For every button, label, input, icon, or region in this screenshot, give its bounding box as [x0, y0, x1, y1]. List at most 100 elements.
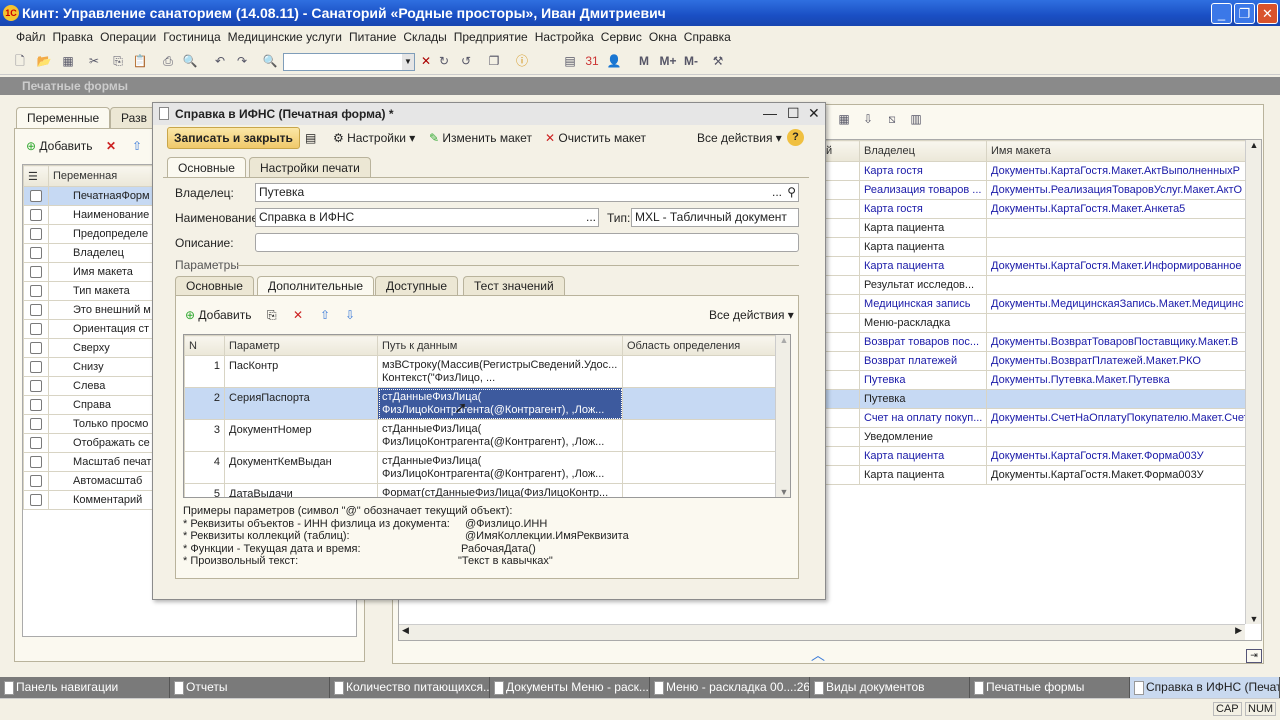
open-icon[interactable]: 📂: [36, 54, 52, 69]
select-button[interactable]: ...: [772, 184, 782, 201]
menu-item[interactable]: Операции: [100, 30, 156, 44]
search-dropdown-icon[interactable]: ▼: [402, 54, 414, 70]
tab-variables[interactable]: Переменные: [16, 107, 111, 128]
menu-item[interactable]: Предприятие: [454, 30, 528, 44]
parameter-row[interactable]: 4 ДокументКемВыдан стДанныеФизЛица(ФизЛицо…: [184, 451, 776, 484]
open-search-icon[interactable]: ⚲: [787, 184, 796, 201]
search-input[interactable]: ▼: [283, 53, 415, 71]
copy-icon[interactable]: ⎘: [267, 305, 277, 325]
settings-list-icon[interactable]: ▦: [836, 112, 852, 127]
print-icon[interactable]: ⎙: [160, 54, 176, 69]
type-field[interactable]: MXL - Табличный документ: [631, 208, 799, 227]
inner-all-actions-menu[interactable]: Все действия ▾: [709, 305, 794, 325]
panel-toggle-icon[interactable]: ⇥: [1246, 649, 1262, 663]
menu-item[interactable]: Медицинские услуги: [228, 30, 342, 44]
users-icon[interactable]: 👤: [606, 54, 622, 69]
variable-checkbox[interactable]: [30, 323, 42, 336]
print-preview-icon[interactable]: 🔍: [182, 54, 198, 69]
inner-tab-main[interactable]: Основные: [175, 276, 254, 295]
import-icon[interactable]: ⇩: [860, 112, 876, 127]
redo-icon[interactable]: ↷: [234, 54, 250, 69]
variable-checkbox[interactable]: [30, 247, 42, 260]
memory-minus-button[interactable]: M-: [680, 54, 702, 69]
variable-checkbox[interactable]: [30, 399, 42, 412]
taskbar-item[interactable]: Документы Меню - раск...: [490, 677, 650, 698]
dialog-close-button[interactable]: ✕: [808, 105, 820, 122]
move-up-icon[interactable]: ⇧: [320, 305, 330, 325]
variable-checkbox[interactable]: [30, 418, 42, 431]
parameter-row[interactable]: 3 ДокументНомер стДанныеФизЛица(ФизЛицоКон…: [184, 419, 776, 452]
select-button[interactable]: ...: [586, 209, 596, 226]
parameter-row[interactable]: 5 ДатаВыдачи Формат(стДанныеФизЛица(ФизЛиц…: [184, 483, 776, 497]
variable-checkbox[interactable]: [30, 475, 42, 488]
owner-field[interactable]: Путевка... ⚲: [255, 183, 799, 202]
variable-checkbox[interactable]: [30, 437, 42, 450]
parameters-vertical-scrollbar[interactable]: ▲ ▼: [775, 335, 790, 497]
delete-icon[interactable]: ✕: [293, 305, 303, 325]
taskbar-item[interactable]: Виды документов: [810, 677, 970, 698]
delete-icon[interactable]: ✕: [106, 136, 116, 156]
dialog-minimize-button[interactable]: —: [763, 105, 777, 121]
name-field[interactable]: Справка в ИФНС...: [255, 208, 599, 227]
inner-tab-additional[interactable]: Дополнительные: [257, 276, 374, 295]
save-icon[interactable]: ▦: [60, 54, 76, 69]
parameter-row[interactable]: 2 СерияПаспорта стДанныеФизЛица(ФизЛицоКон…: [184, 387, 776, 420]
variable-checkbox[interactable]: [30, 361, 42, 374]
paste-icon[interactable]: 📋: [132, 54, 148, 69]
templates-vertical-scrollbar[interactable]: ▲ ▼: [1245, 140, 1261, 624]
memory-plus-button[interactable]: M+: [656, 54, 680, 69]
all-actions-menu[interactable]: Все действия ▾: [697, 128, 782, 148]
new-document-icon[interactable]: 🗋: [12, 54, 28, 69]
tab-print-settings[interactable]: Настройки печати: [249, 157, 371, 178]
windows-icon[interactable]: ❐: [486, 54, 502, 69]
move-down-icon[interactable]: ⇩: [345, 305, 355, 325]
info-icon[interactable]: ⓘ: [514, 54, 530, 69]
data-path-cell[interactable]: стДанныеФизЛица(ФизЛицоКонтрагента(@Конт…: [377, 387, 623, 420]
data-path-cell[interactable]: стДанныеФизЛица(ФизЛицоКонтрагента(@Конт…: [377, 419, 623, 452]
close-button[interactable]: ✕: [1257, 3, 1278, 24]
menu-item[interactable]: Правка: [53, 30, 94, 44]
menu-item[interactable]: Склады: [403, 30, 446, 44]
calculator-icon[interactable]: ▤: [562, 54, 578, 69]
maximize-button[interactable]: ❐: [1234, 3, 1255, 24]
variable-checkbox[interactable]: [30, 494, 42, 507]
variable-checkbox[interactable]: [30, 456, 42, 469]
edit-template-button[interactable]: ✎ Изменить макет: [429, 128, 532, 148]
menu-item[interactable]: Справка: [684, 30, 731, 44]
variable-checkbox[interactable]: [30, 228, 42, 241]
variable-checkbox[interactable]: [30, 380, 42, 393]
menu-item[interactable]: Гостиница: [163, 30, 220, 44]
data-path-cell[interactable]: стДанныеФизЛица(ФизЛицоКонтрагента(@Конт…: [377, 451, 623, 484]
tab-main[interactable]: Основные: [167, 157, 246, 178]
clear-search-icon[interactable]: ✕: [418, 54, 434, 69]
taskbar-item[interactable]: Отчеты: [170, 677, 330, 698]
templates-horizontal-scrollbar[interactable]: ◀ ▶: [399, 624, 1245, 640]
variable-checkbox[interactable]: [30, 342, 42, 355]
variable-checkbox[interactable]: [30, 190, 42, 203]
inner-tab-test-values[interactable]: Тест значений: [463, 276, 565, 295]
filter-icon[interactable]: ⧅: [884, 112, 900, 127]
memory-m-button[interactable]: M: [636, 54, 652, 69]
data-path-cell[interactable]: Формат(стДанныеФизЛица(ФизЛицоКонтр...: [377, 483, 623, 497]
column-options-icon[interactable]: ☰: [23, 165, 49, 187]
menu-item[interactable]: Файл: [16, 30, 46, 44]
save-icon[interactable]: ▤: [305, 128, 316, 148]
calendar-icon[interactable]: 31: [584, 54, 600, 69]
taskbar-item[interactable]: Справка в ИФНС (Печат...: [1130, 677, 1280, 698]
taskbar-item[interactable]: Количество питающихся...: [330, 677, 490, 698]
columns-icon[interactable]: ▥: [908, 112, 924, 127]
variable-checkbox[interactable]: [30, 285, 42, 298]
add-parameter-button[interactable]: ⊕ Добавить: [185, 305, 251, 325]
menu-item[interactable]: Сервис: [601, 30, 642, 44]
menu-item[interactable]: Настройка: [535, 30, 594, 44]
variable-checkbox[interactable]: [30, 209, 42, 222]
help-button[interactable]: ?: [787, 129, 804, 146]
menu-item[interactable]: Питание: [349, 30, 396, 44]
find-next-icon[interactable]: ↻: [436, 54, 452, 69]
clear-template-button[interactable]: ✕ Очистить макет: [545, 128, 646, 148]
parameter-row[interactable]: 1 ПасКонтр мзВСтроку(Массив(РегистрыСведен…: [184, 355, 776, 388]
cut-icon[interactable]: ✂: [86, 54, 102, 69]
collapse-up-icon[interactable]: ︿: [811, 645, 825, 665]
variable-checkbox[interactable]: [30, 304, 42, 317]
taskbar-item[interactable]: Панель навигации: [0, 677, 170, 698]
